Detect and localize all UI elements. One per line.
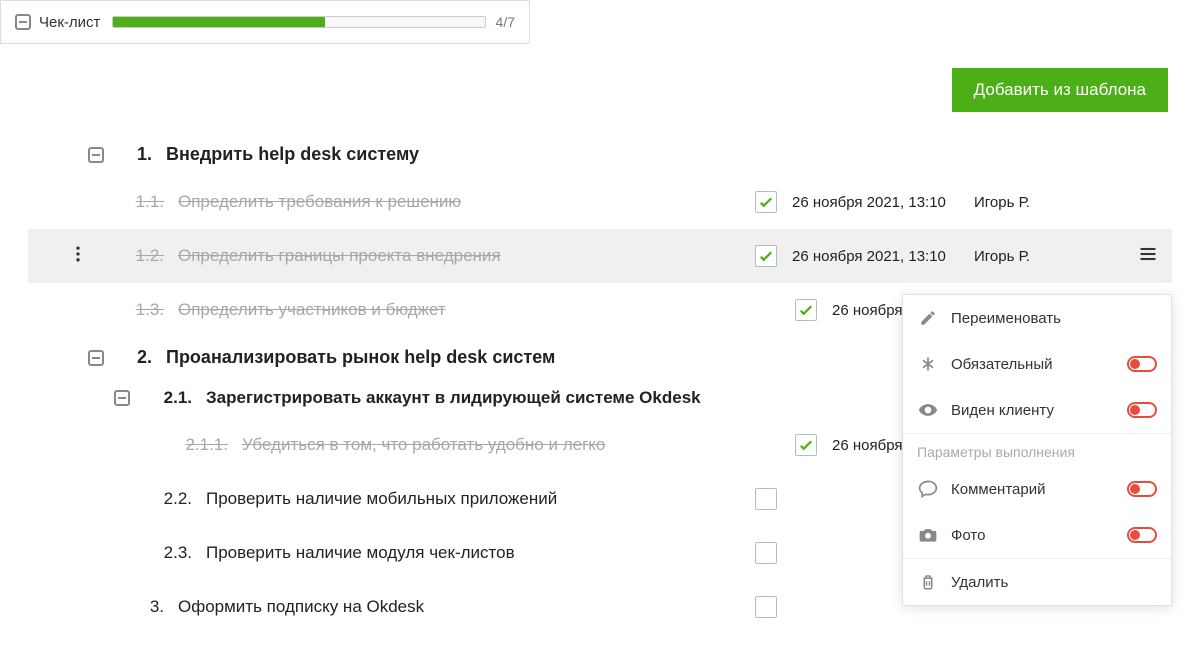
item-number: 1.1.	[128, 192, 164, 212]
menu-rename[interactable]: Переименовать	[903, 295, 1171, 341]
tab-title: Чек-лист	[39, 14, 100, 31]
progress-bar	[112, 16, 485, 28]
item-number: 1.3.	[128, 300, 164, 320]
menu-comment[interactable]: Комментарий	[903, 466, 1171, 512]
item-checkbox[interactable]	[755, 488, 777, 510]
toggle-off[interactable]	[1127, 481, 1157, 497]
pencil-icon	[917, 307, 939, 329]
item-label: Убедиться в том, что работать удобно и л…	[242, 435, 788, 455]
item-label: Проверить наличие модуля чек-листов	[206, 543, 748, 563]
item-checkbox[interactable]	[755, 596, 777, 618]
toggle-off[interactable]	[1127, 527, 1157, 543]
menu-photo[interactable]: Фото	[903, 512, 1171, 558]
item-number: 2.1.1.	[178, 435, 228, 455]
item-checkbox[interactable]	[755, 542, 777, 564]
progress-fill	[113, 17, 325, 27]
drag-handle-icon[interactable]	[68, 244, 88, 269]
section-number: 2.1.	[142, 388, 192, 408]
progress-counter: 4/7	[496, 14, 515, 30]
checklist-item[interactable]: 1.1. Определить требования к решению 26 …	[28, 175, 1172, 229]
progress: 4/7	[112, 14, 515, 30]
item-label: Определить границы проекта внедрения	[178, 246, 748, 266]
toggle-off[interactable]	[1127, 356, 1157, 372]
item-number: 3.	[128, 597, 164, 617]
menu-label: Удалить	[951, 574, 1157, 591]
item-label: Определить требования к решению	[178, 192, 748, 212]
item-checkbox[interactable]	[755, 191, 777, 213]
section-label: Внедрить help desk систему	[166, 144, 1172, 165]
item-checkbox[interactable]	[755, 245, 777, 267]
collapse-icon[interactable]	[88, 147, 104, 163]
item-context-menu: Переименовать Обязательный Виден клиенту…	[902, 294, 1172, 606]
collapse-icon[interactable]	[88, 350, 104, 366]
item-user: Игорь Р.	[974, 248, 1124, 265]
menu-delete[interactable]: Удалить	[903, 559, 1171, 605]
speech-bubble-icon	[917, 478, 939, 500]
item-checkbox[interactable]	[795, 299, 817, 321]
section-number: 2.	[116, 347, 152, 368]
item-checkbox[interactable]	[795, 434, 817, 456]
item-label: Оформить подписку на Okdesk	[178, 597, 748, 617]
menu-section-label: Параметры выполнения	[903, 433, 1171, 466]
item-date: 26 ноября 2021, 13:10	[784, 248, 974, 265]
trash-icon	[917, 571, 939, 593]
menu-label: Фото	[951, 527, 1115, 544]
menu-label: Комментарий	[951, 481, 1115, 498]
checklist-item[interactable]: 1.2. Определить границы проекта внедрени…	[28, 229, 1172, 283]
section-header[interactable]: 1. Внедрить help desk систему	[28, 134, 1172, 175]
menu-label: Виден клиенту	[951, 402, 1115, 419]
item-label: Определить участников и бюджет	[178, 300, 788, 320]
collapse-icon[interactable]	[114, 390, 130, 406]
add-from-template-button[interactable]: Добавить из шаблона	[952, 68, 1168, 112]
item-date: 26 ноября 2021, 13:10	[784, 194, 974, 211]
toggle-off[interactable]	[1127, 402, 1157, 418]
section-number: 1.	[116, 144, 152, 165]
minus-square-icon	[15, 14, 31, 30]
item-menu-icon[interactable]	[1138, 244, 1158, 269]
eye-icon	[917, 399, 939, 421]
menu-label: Переименовать	[951, 310, 1157, 327]
item-number: 2.3.	[156, 543, 192, 563]
asterisk-icon	[917, 353, 939, 375]
item-number: 1.2.	[128, 246, 164, 266]
menu-required[interactable]: Обязательный	[903, 341, 1171, 387]
item-label: Проверить наличие мобильных приложений	[206, 489, 748, 509]
menu-label: Обязательный	[951, 356, 1115, 373]
menu-visible-client[interactable]: Виден клиенту	[903, 387, 1171, 433]
item-number: 2.2.	[156, 489, 192, 509]
item-user: Игорь Р.	[974, 194, 1124, 211]
checklist-tab[interactable]: Чек-лист 4/7	[0, 0, 530, 44]
camera-icon	[917, 524, 939, 546]
